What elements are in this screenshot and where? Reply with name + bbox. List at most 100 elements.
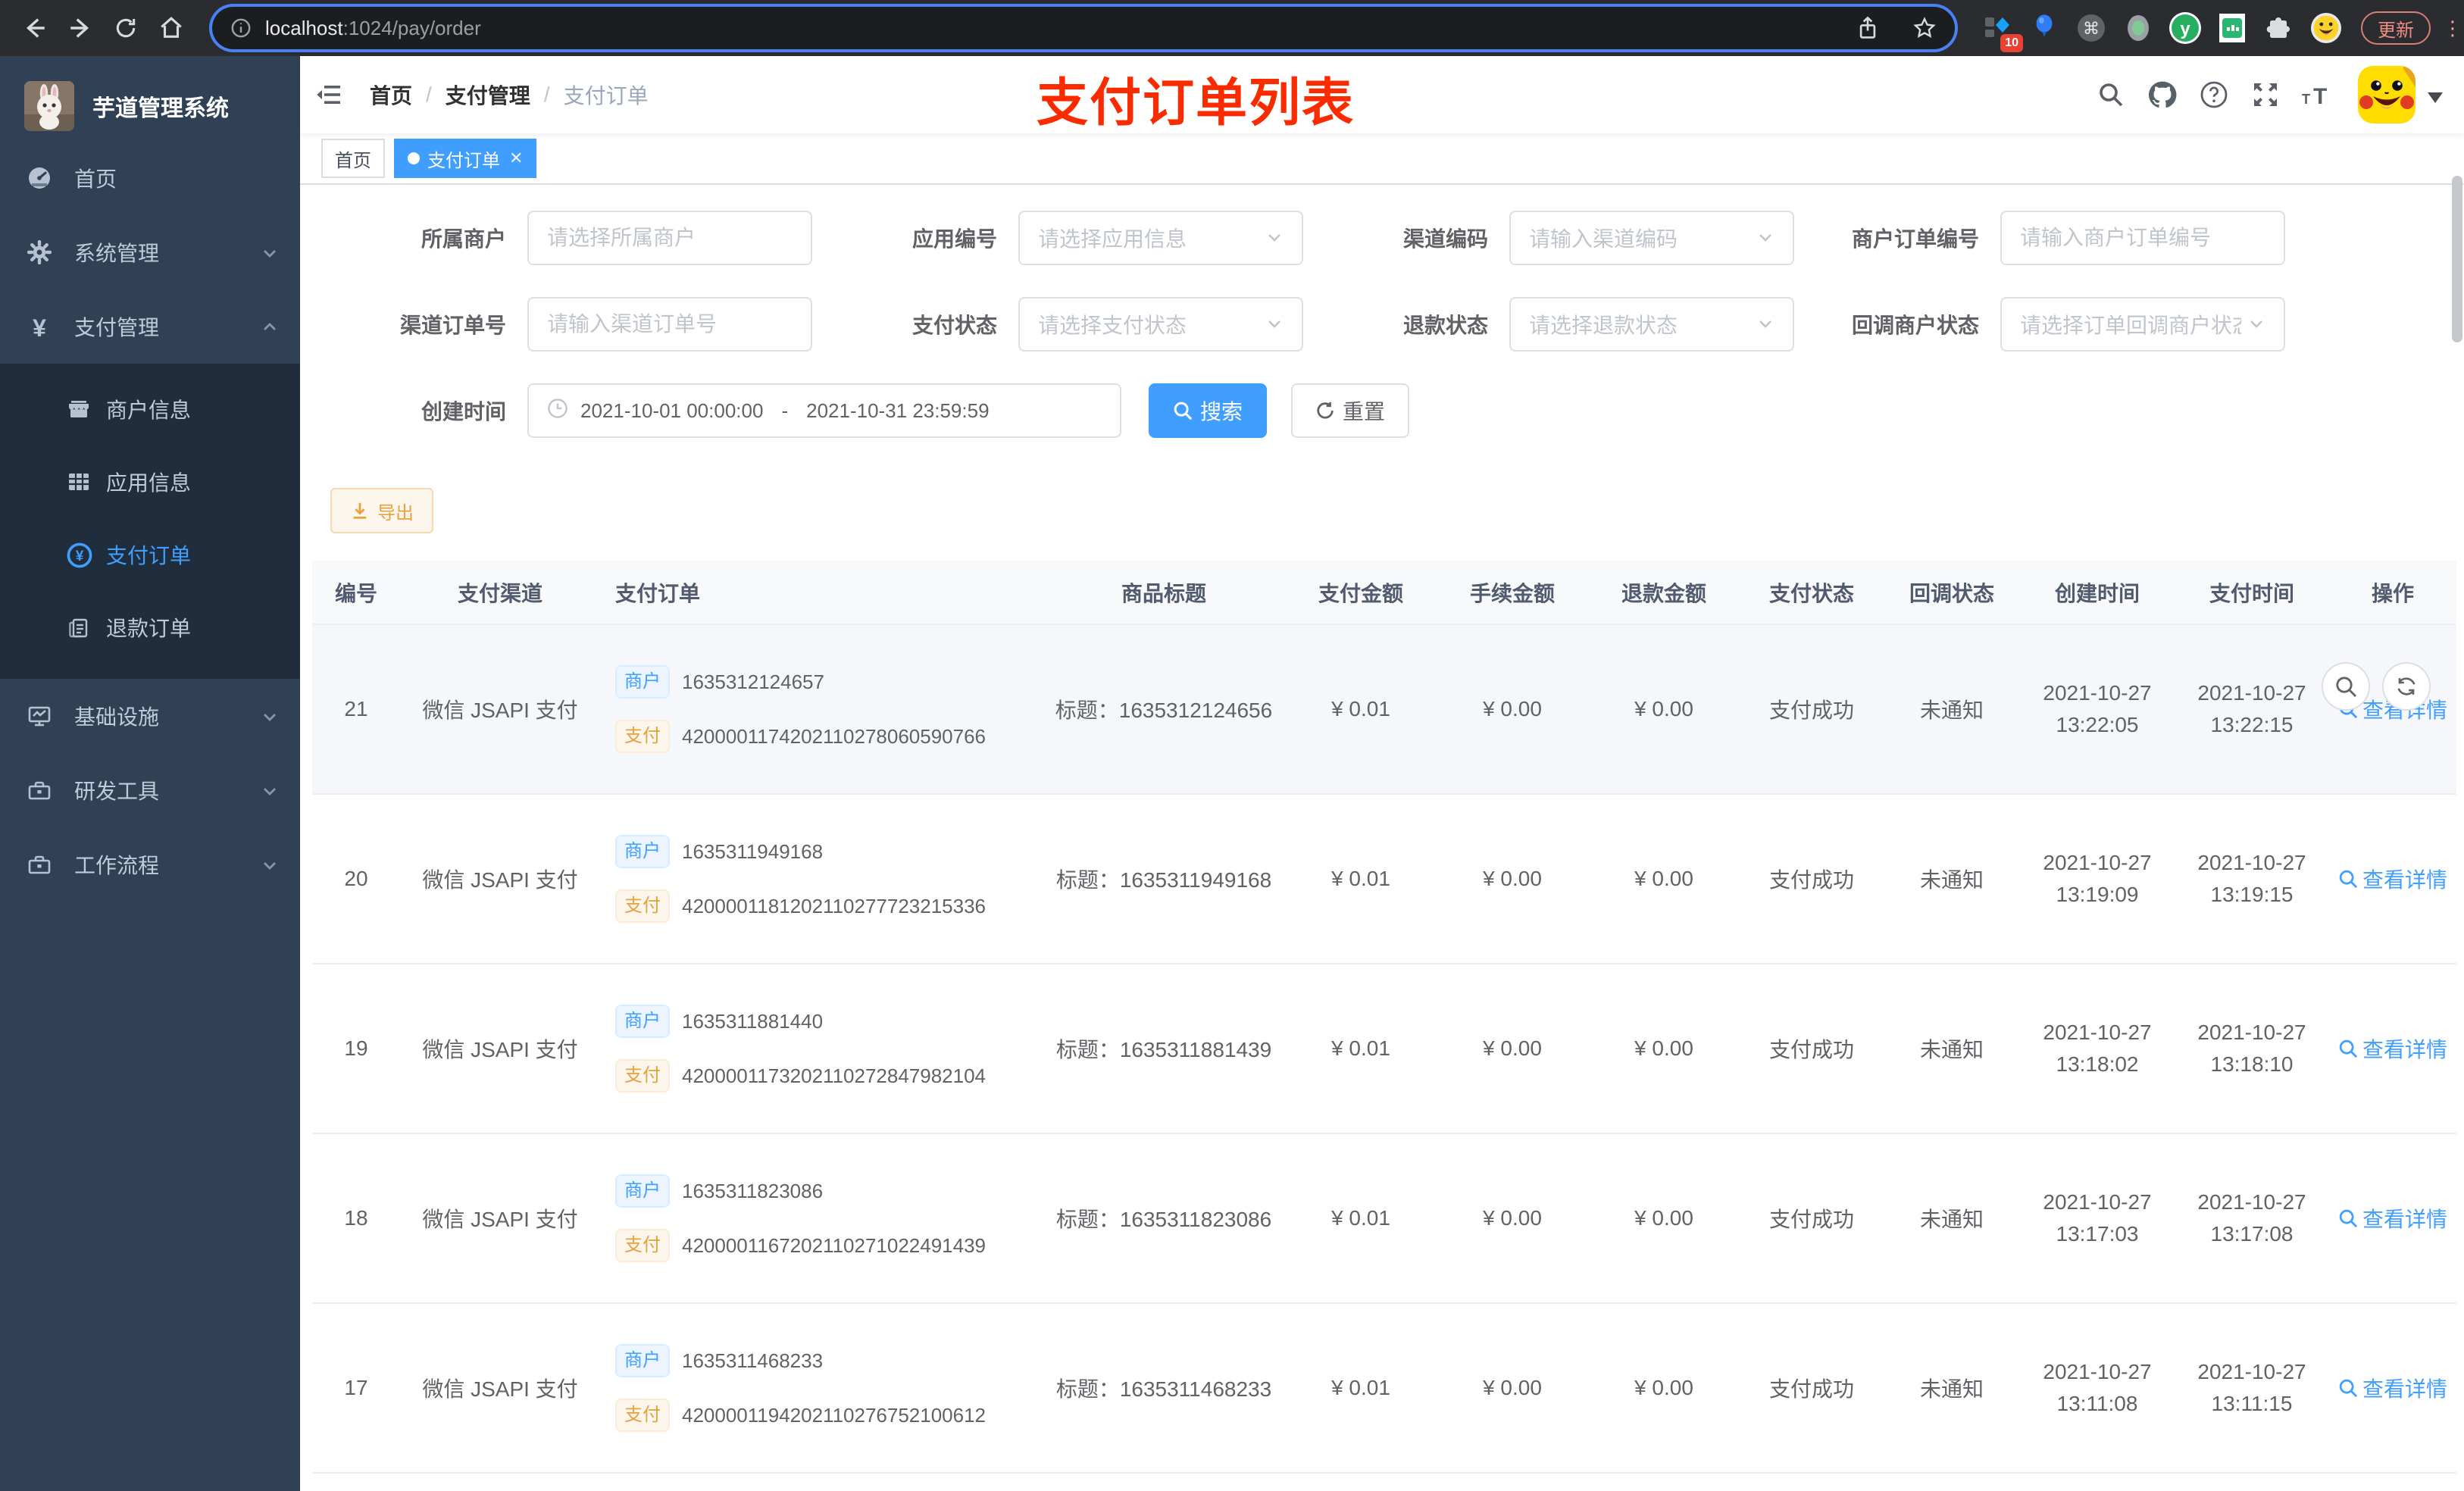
caret-down-icon[interactable] [2428,81,2443,109]
merchant-order-no: 1635311949168 [682,839,824,863]
cell-notify-status [1884,1473,2020,1491]
sidebar-item-infra[interactable]: 基础设施 [0,679,300,753]
chevron-down-icon [261,707,279,725]
gear-icon [27,239,52,265]
cell-id: 20 [312,794,400,964]
clock-icon [547,398,568,424]
merchant-input[interactable] [527,211,812,265]
sidebar-item-dev-tools[interactable]: 研发工具 [0,753,300,827]
sidebar-item-workflow[interactable]: 工作流程 [0,827,300,902]
app-logo-row[interactable]: 芋道管理系统 [0,71,300,141]
export-button[interactable]: 导出 [330,488,433,533]
reload-icon[interactable] [106,8,145,48]
tags-view-bar: 首页 支付订单 ✕ [300,133,2464,185]
table-row[interactable]: 21 微信 JSAPI 支付 商户 1635312124657 支付 42000… [312,624,2456,795]
extension-command-icon[interactable]: ⌘ [2072,8,2111,48]
page-content: 所属商户 应用编号 请选择应用信息 渠道编码 [300,185,2464,1491]
back-icon[interactable] [15,8,55,48]
view-detail-link[interactable]: 查看详情 [2338,1203,2447,1233]
reset-button[interactable]: 重置 [1291,383,1410,438]
tab-pay-order[interactable]: 支付订单 ✕ [394,139,537,178]
font-size-icon[interactable]: TT [2291,69,2343,120]
fullscreen-icon[interactable] [2240,69,2291,120]
github-icon[interactable] [2137,69,2188,120]
table-tools [2309,662,2431,711]
chevron-up-icon [261,317,279,336]
cell-refund: ¥ 0.00 [1588,1303,1740,1474]
date-start[interactable]: 2021-10-01 00:00:00 [580,399,763,423]
toggle-search-icon[interactable] [2322,662,2370,711]
view-detail-link[interactable]: 查看详情 [2338,1373,2447,1403]
sidebar-menu: 首页 系统管理 ¥ 支付管理 商户信息 应用信息 ¥ 支付订单 退款订单 基础设… [0,141,300,902]
date-end[interactable]: 2021-10-31 23:59:59 [806,399,989,423]
cell-fee: ¥ 0.00 [1437,1303,1588,1474]
merchant-order-no-input[interactable] [2000,211,2285,265]
extension-balloon-icon[interactable] [2025,8,2064,48]
table-row[interactable]: 商户 1635311351736 支付 [312,1473,2456,1491]
search-icon[interactable] [2085,69,2137,120]
tab-home[interactable]: 首页 [321,139,385,178]
cell-pay-time: 2021-10-27 13:22:15 [2175,624,2329,795]
channel-code-select[interactable]: 请输入渠道编码 [1509,211,1794,265]
pay-status-select[interactable]: 请选择支付状态 [1018,297,1303,352]
breadcrumb: 首页 / 支付管理 / 支付订单 [370,80,649,110]
notify-status-select[interactable]: 请选择订单回调商户状态 [2000,297,2285,352]
browser-toolbar: localhost:1024/pay/order 10 ⌘ y 更新 ⋮ [0,0,2464,56]
avatar[interactable] [2358,66,2416,123]
cell-amount: ¥ 0.01 [1285,624,1437,795]
cell-channel: 微信 JSAPI 支付 [400,794,600,964]
cell-create-time: 2021-10-27 13:18:02 [2020,964,2175,1134]
bookmark-star-icon[interactable] [1912,16,1937,40]
sidebar-item-home[interactable]: 首页 [0,141,300,215]
svg-text:⌘: ⌘ [2083,19,2100,38]
table-row[interactable]: 18 微信 JSAPI 支付 商户 1635311823086 支付 42000… [312,1133,2456,1304]
sidebar-item-system[interactable]: 系统管理 [0,215,300,289]
address-bar[interactable]: localhost:1024/pay/order [212,7,1955,49]
refund-status-select[interactable]: 请选择退款状态 [1509,297,1794,352]
sidebar-item-app-info[interactable]: 应用信息 [0,445,300,518]
extensions-puzzle-icon[interactable] [2259,8,2299,48]
sidebar-item-merchant-info[interactable]: 商户信息 [0,373,300,445]
sidebar-item-pay[interactable]: ¥ 支付管理 [0,289,300,364]
sidebar-item-pay-order[interactable]: ¥ 支付订单 [0,518,300,591]
close-tab-icon[interactable]: ✕ [509,150,523,167]
sidebar-toggle-icon[interactable] [300,56,358,133]
pay-submenu: 商户信息 应用信息 ¥ 支付订单 退款订单 [0,364,300,679]
extension-chat-icon[interactable] [2212,8,2252,48]
refresh-icon[interactable] [2382,662,2431,711]
chevron-down-icon [1265,224,1284,252]
cell-title: 标题：1635312124656 [1043,624,1285,795]
forward-icon[interactable] [61,8,100,48]
table-row[interactable]: 20 微信 JSAPI 支付 商户 1635311949168 支付 42000… [312,794,2456,964]
extension-emoji-icon[interactable] [2306,8,2346,48]
sidebar-item-refund-order[interactable]: 退款订单 [0,591,300,664]
extension-recorder-icon[interactable] [2118,8,2158,48]
cell-create-time: 2021-10-27 13:19:09 [2020,794,2175,964]
table-row[interactable]: 19 微信 JSAPI 支付 商户 1635311881440 支付 42000… [312,964,2456,1134]
table-row[interactable]: 17 微信 JSAPI 支付 商户 1635311468233 支付 42000… [312,1303,2456,1474]
app-no-select[interactable]: 请选择应用信息 [1018,211,1303,265]
view-detail-link[interactable]: 查看详情 [2338,864,2447,894]
view-detail-link[interactable]: 查看详情 [2338,1033,2447,1064]
breadcrumb-pay[interactable]: 支付管理 [446,80,530,110]
search-button[interactable]: 搜索 [1149,383,1268,438]
pay-tag: 支付 [615,1059,670,1092]
help-icon[interactable] [2188,69,2240,120]
channel-order-no-input[interactable] [527,297,812,352]
browser-menu-icon[interactable]: ⋮ [2443,18,2462,38]
breadcrumb-home[interactable]: 首页 [370,80,412,110]
share-icon[interactable] [1856,16,1879,40]
svg-text:y: y [2180,19,2190,39]
extension-bitwarden-icon[interactable]: 10 [1978,8,2023,52]
home-icon[interactable] [152,8,191,48]
browser-update-button[interactable]: 更新 [2361,11,2431,45]
cell-notify-status: 未通知 [1884,1303,2020,1474]
extension-y-icon[interactable]: y [2165,8,2205,48]
site-info-icon[interactable] [230,17,252,39]
page-scrollbar[interactable] [2452,176,2462,342]
create-time-range-picker[interactable]: 2021-10-01 00:00:00 - 2021-10-31 23:59:5… [527,383,1121,438]
cell-channel: 微信 JSAPI 支付 [400,1133,600,1304]
top-navbar: 首页 / 支付管理 / 支付订单 T T [300,56,2464,133]
cell-pay-status: 支付成功 [1740,1303,1884,1474]
cell-pay-order: 商户 1635311881440 支付 42000011732021102728… [600,964,1043,1134]
